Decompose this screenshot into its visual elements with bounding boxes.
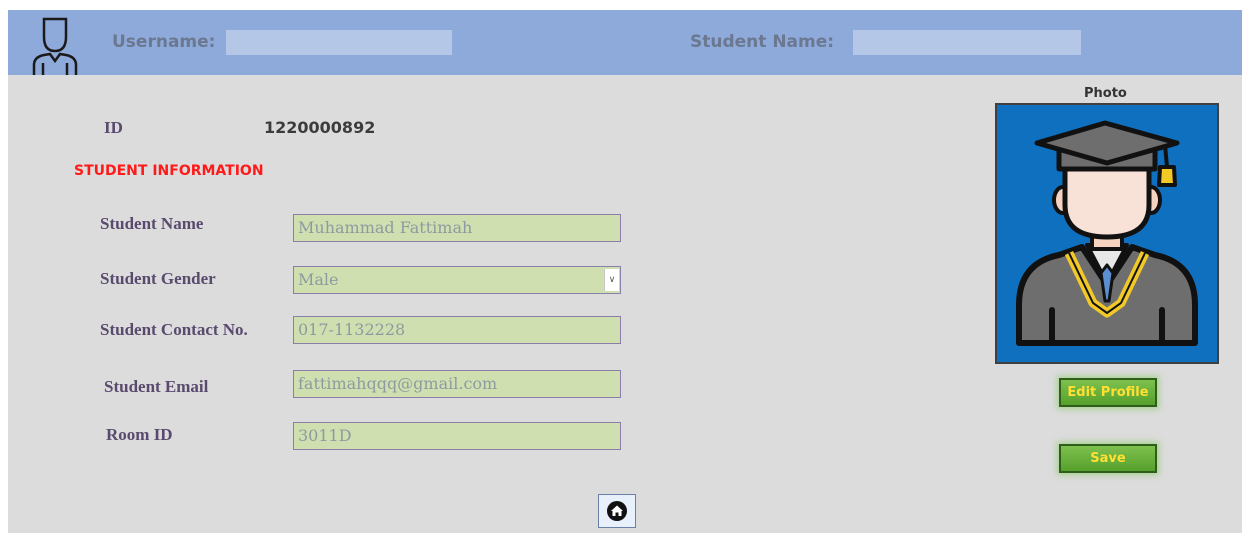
section-title: STUDENT INFORMATION <box>74 163 264 179</box>
user-outline-icon <box>32 17 78 75</box>
profile-window: Username: Student Name: ID 1220000892 ST… <box>8 10 1242 533</box>
student-name-label: Student Name <box>100 214 204 233</box>
student-gender-label: Student Gender <box>100 269 216 288</box>
student-gender-value: Male <box>298 270 339 289</box>
student-contact-input[interactable]: 017-1132228 <box>293 316 621 344</box>
room-id-input[interactable]: 3011D <box>293 422 621 450</box>
id-label: ID <box>104 118 123 137</box>
home-button[interactable] <box>598 494 636 528</box>
room-id-label: Room ID <box>106 425 173 444</box>
id-value: 1220000892 <box>264 118 376 137</box>
username-field[interactable] <box>226 30 452 55</box>
header-bar: Username: Student Name: <box>8 10 1242 75</box>
save-button[interactable]: Save <box>1059 444 1157 473</box>
photo-label: Photo <box>1084 86 1127 101</box>
edit-profile-button[interactable]: Edit Profile <box>1059 378 1157 407</box>
student-email-input[interactable]: fattimahqqq@gmail.com <box>293 370 621 398</box>
student-gender-select[interactable]: Male ∨ <box>293 266 621 294</box>
student-name-header-label: Student Name: <box>690 32 835 52</box>
photo-frame <box>995 103 1219 364</box>
graduate-avatar-icon <box>1016 120 1198 346</box>
chevron-down-icon[interactable]: ∨ <box>604 269 619 291</box>
student-contact-label: Student Contact No. <box>100 320 248 339</box>
student-name-input[interactable]: Muhammad Fattimah <box>293 214 621 242</box>
student-name-header-field[interactable] <box>853 30 1081 55</box>
student-email-label: Student Email <box>104 377 209 396</box>
home-icon <box>607 501 627 521</box>
username-label: Username: <box>112 32 216 52</box>
